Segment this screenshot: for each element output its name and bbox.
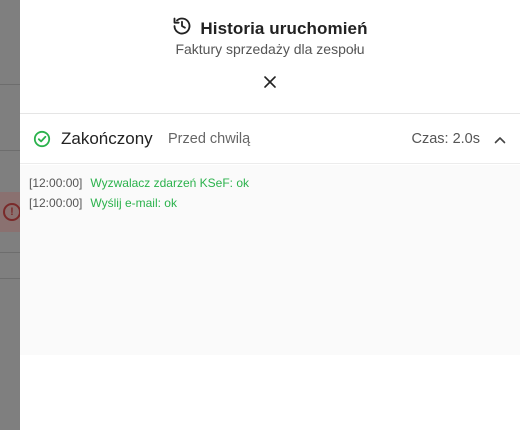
- run-status: Zakończony: [61, 129, 153, 148]
- divider: [0, 84, 20, 85]
- check-circle-icon: [33, 130, 51, 148]
- run-entry-header[interactable]: Zakończony Przed chwilą Czas: 2.0s: [20, 114, 520, 164]
- background-app: !: [0, 0, 21, 430]
- log-timestamp: [12:00:00]: [29, 196, 83, 210]
- run-time: Przed chwilą: [168, 131, 251, 147]
- divider: [0, 278, 20, 279]
- divider: [0, 252, 20, 253]
- run-log-panel: [12:00:00] Wyzwalacz zdarzeń KSeF: ok [1…: [20, 165, 520, 355]
- title-row: Historia uruchomień: [20, 16, 520, 41]
- drawer-subtitle: Faktury sprzedaży dla zespołu: [175, 41, 365, 57]
- close-icon: [264, 76, 276, 88]
- chevron-up-icon[interactable]: [492, 132, 508, 148]
- screen: ! Historia uruchomień Faktury sprzedaży …: [0, 0, 520, 430]
- drawer-title: Historia uruchomień: [200, 18, 368, 38]
- error-icon: !: [3, 203, 21, 221]
- divider: [0, 150, 20, 151]
- run-history-drawer: Historia uruchomień Faktury sprzedaży dl…: [20, 0, 520, 430]
- close-button[interactable]: [260, 72, 280, 92]
- history-icon: [172, 16, 192, 41]
- log-message: Wyślij e-mail: ok: [90, 196, 177, 210]
- log-line: [12:00:00] Wyzwalacz zdarzeń KSeF: ok: [20, 173, 520, 193]
- log-message: Wyzwalacz zdarzeń KSeF: ok: [90, 176, 250, 190]
- drawer-header: Historia uruchomień Faktury sprzedaży dl…: [20, 0, 520, 114]
- run-duration: Czas: 2.0s: [411, 131, 481, 147]
- log-timestamp: [12:00:00]: [29, 176, 83, 190]
- log-line: [12:00:00] Wyślij e-mail: ok: [20, 193, 520, 213]
